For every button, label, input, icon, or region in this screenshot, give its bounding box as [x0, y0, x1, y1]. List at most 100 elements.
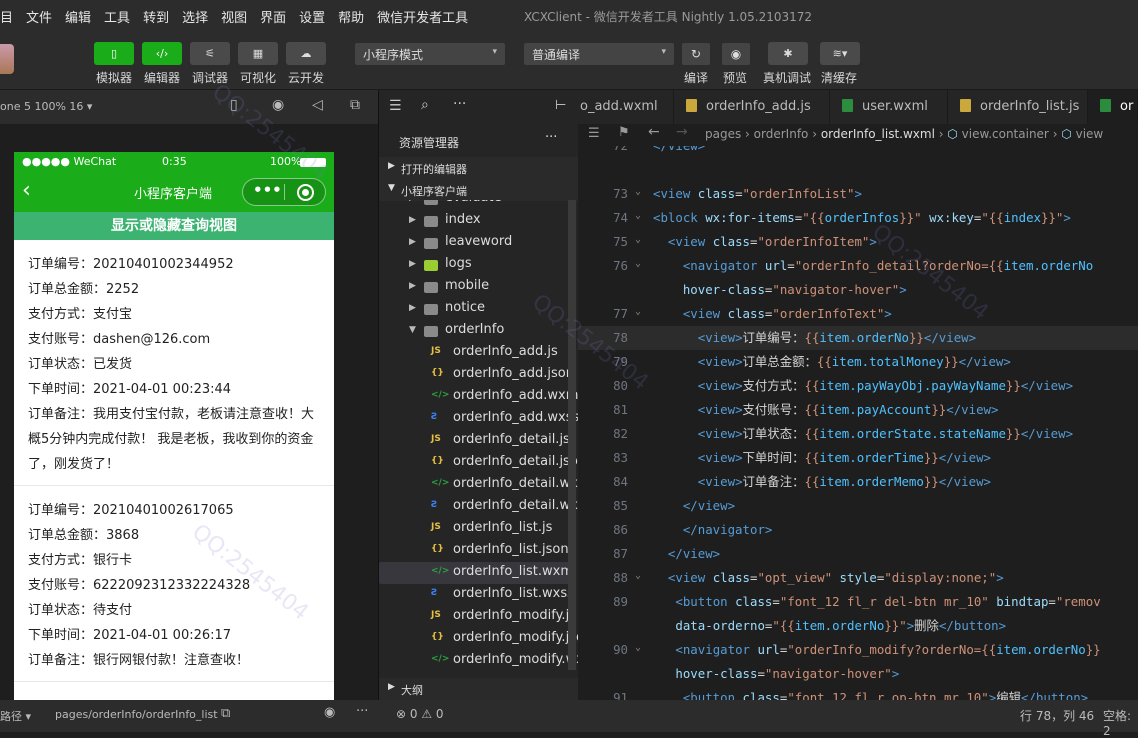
file-item[interactable]: {} orderInfo_detail.json: [379, 452, 579, 474]
file-item[interactable]: </>orderInfo_modify.wx...: [379, 650, 579, 672]
indent-setting[interactable]: 空格: 2: [1103, 707, 1138, 738]
file-item[interactable]: JS orderInfo_list.js: [379, 518, 575, 540]
phone-frame-icon[interactable]: ▯: [230, 97, 238, 113]
menu-item[interactable]: 编辑: [65, 7, 91, 26]
editor-tab[interactable]: orderInfo_list.js: [948, 90, 1088, 124]
volume-icon[interactable]: ◁: [312, 97, 323, 113]
fold-chevron-icon[interactable]: ⌄: [635, 564, 641, 588]
code-token: >: [884, 306, 892, 321]
menu-item[interactable]: 目: [0, 7, 13, 26]
file-item[interactable]: {} orderInfo_list.json: [379, 540, 575, 562]
folder-item[interactable]: ▶ notice: [379, 298, 575, 320]
visual-button[interactable]: ▦: [238, 42, 278, 65]
menu-item[interactable]: 视图: [221, 7, 247, 26]
more-dots-icon[interactable]: •••: [253, 181, 282, 199]
section-open-editors[interactable]: ▶ 打开的编辑器: [379, 157, 579, 179]
breadcrumb-item[interactable]: view.container: [962, 127, 1049, 141]
mode-select[interactable]: 小程序模式 ▾: [355, 43, 505, 65]
order-card[interactable]: 订单编号：20210401002344952 订单总金额：2252 支付方式：支付宝…: [14, 240, 334, 486]
folder-item[interactable]: ▶ leaveword: [379, 232, 575, 254]
menu-item[interactable]: 微信开发者工具: [377, 7, 468, 26]
back-arrow-icon[interactable]: ←: [648, 124, 660, 140]
folder-item[interactable]: ▶ evaluate: [379, 200, 575, 210]
forward-arrow-icon[interactable]: →: [676, 124, 688, 140]
order-card[interactable]: 订单编号：20210401002617065 订单总金额：3868 支付方式：银行卡…: [14, 486, 334, 682]
fold-chevron-icon[interactable]: ⌄: [635, 204, 641, 228]
real-debug-button[interactable]: ✱: [768, 42, 808, 65]
menu-item[interactable]: 选择: [182, 7, 208, 26]
folder-item[interactable]: ▼ orderInfo: [379, 320, 575, 342]
problems-count[interactable]: ⊗ 0 ⚠ 0: [396, 707, 444, 721]
file-item[interactable]: JS orderInfo_modify.js: [379, 606, 576, 628]
simulator-button[interactable]: ▯: [94, 42, 134, 65]
section-project[interactable]: ▼ 小程序客户端: [379, 179, 579, 201]
compile-select[interactable]: 普通编译 ▾: [524, 43, 674, 65]
menu-item[interactable]: 设置: [299, 7, 325, 26]
editor-tab[interactable]: or: [1088, 90, 1138, 124]
editor-tab[interactable]: orderInfo_add.js: [674, 90, 830, 124]
folder-item[interactable]: ▶ mobile: [379, 276, 575, 298]
debugger-button[interactable]: ⚟: [190, 42, 230, 65]
cursor-position[interactable]: 行 78，列 46: [1020, 707, 1094, 724]
compile-button[interactable]: ↻: [682, 43, 710, 65]
path-label[interactable]: 路径 ▾: [0, 708, 31, 724]
menu-item[interactable]: 帮助: [338, 7, 364, 26]
copy-icon[interactable]: ⧉: [221, 706, 230, 721]
list-icon[interactable]: ☰: [588, 126, 600, 141]
back-arrow-icon[interactable]: ‹: [22, 178, 31, 203]
fold-chevron-icon[interactable]: ⌄: [635, 636, 641, 660]
breadcrumb-item[interactable]: orderInfo_list.wxml: [821, 127, 935, 141]
menu-item[interactable]: 工具: [104, 7, 130, 26]
breadcrumb-item[interactable]: pages: [705, 127, 741, 141]
section-outline[interactable]: ▶ 大纲: [379, 678, 579, 700]
file-item[interactable]: </> orderInfo_list.wxml: [379, 562, 577, 584]
close-mini-program-icon[interactable]: [297, 184, 314, 201]
avatar[interactable]: [0, 44, 14, 74]
capsule-menu[interactable]: •••: [242, 178, 326, 206]
editor-button[interactable]: ‹/›: [142, 42, 182, 65]
editor-tab[interactable]: user.wxml: [830, 90, 948, 124]
more-icon[interactable]: ···: [356, 704, 368, 719]
code-text: <view>下单时间：{{item.orderTime}}</view>: [653, 446, 991, 470]
menu-item[interactable]: 界面: [260, 7, 286, 26]
file-item[interactable]: JS orderInfo_add.js: [379, 342, 575, 364]
breadcrumb-item[interactable]: view: [1076, 127, 1104, 141]
eye-icon[interactable]: ◉: [324, 705, 335, 720]
menu-item[interactable]: 转到: [143, 7, 169, 26]
editor-tab[interactable]: o_add.wxml: [578, 90, 674, 124]
breadcrumb-item[interactable]: orderInfo: [754, 127, 809, 141]
bookmark-icon[interactable]: ⚑: [618, 125, 630, 140]
record-icon[interactable]: ◉: [272, 97, 284, 113]
scrollbar[interactable]: [568, 200, 576, 670]
file-item[interactable]: ƧorderInfo_add.wxss: [379, 408, 579, 430]
list-icon[interactable]: ☰: [389, 98, 402, 114]
file-item[interactable]: JS orderInfo_detail.js: [379, 430, 575, 452]
code-token: 删除: [914, 618, 939, 633]
file-item[interactable]: ƧorderInfo_detail.wxss: [379, 496, 579, 518]
fold-chevron-icon[interactable]: ⌄: [635, 180, 641, 204]
file-item[interactable]: ƧorderInfo_list.wxss: [379, 584, 575, 606]
device-select[interactable]: one 5 100% 16 ▾: [0, 100, 92, 113]
code-area[interactable]: 72</view>73⌄<view class="orderInfoList">…: [578, 146, 1138, 700]
fold-chevron-icon[interactable]: ⌄: [635, 300, 641, 324]
folder-item[interactable]: ▶ index: [379, 210, 575, 232]
split-icon[interactable]: ⊢: [555, 98, 566, 113]
fold-chevron-icon[interactable]: ⌄: [635, 228, 641, 252]
file-item[interactable]: {} orderInfo_modify.json: [379, 628, 579, 650]
file-item[interactable]: {} orderInfo_add.json: [379, 364, 575, 386]
toggle-query-banner[interactable]: 显示或隐藏查询视图: [14, 212, 334, 240]
fold-chevron-icon[interactable]: ⌄: [635, 252, 641, 276]
menu-item[interactable]: 文件: [26, 7, 52, 26]
battery-icon: [300, 158, 326, 167]
folder-item[interactable]: ▶ logs: [379, 254, 575, 276]
more-icon[interactable]: ···: [453, 96, 466, 112]
more-icon[interactable]: ···: [545, 130, 557, 145]
screenshot-icon[interactable]: ⧉: [350, 97, 360, 113]
file-item[interactable]: </> orderInfo_add.wxml: [379, 386, 579, 408]
search-icon[interactable]: ⌕: [421, 97, 429, 113]
file-item[interactable]: </>orderInfo_detail.wxml: [379, 474, 579, 496]
preview-button[interactable]: ◉: [722, 43, 750, 65]
tree-item-label: notice: [445, 300, 486, 315]
clear-cache-button[interactable]: ≋▾: [820, 42, 860, 65]
cloud-button[interactable]: ☁: [286, 42, 326, 65]
